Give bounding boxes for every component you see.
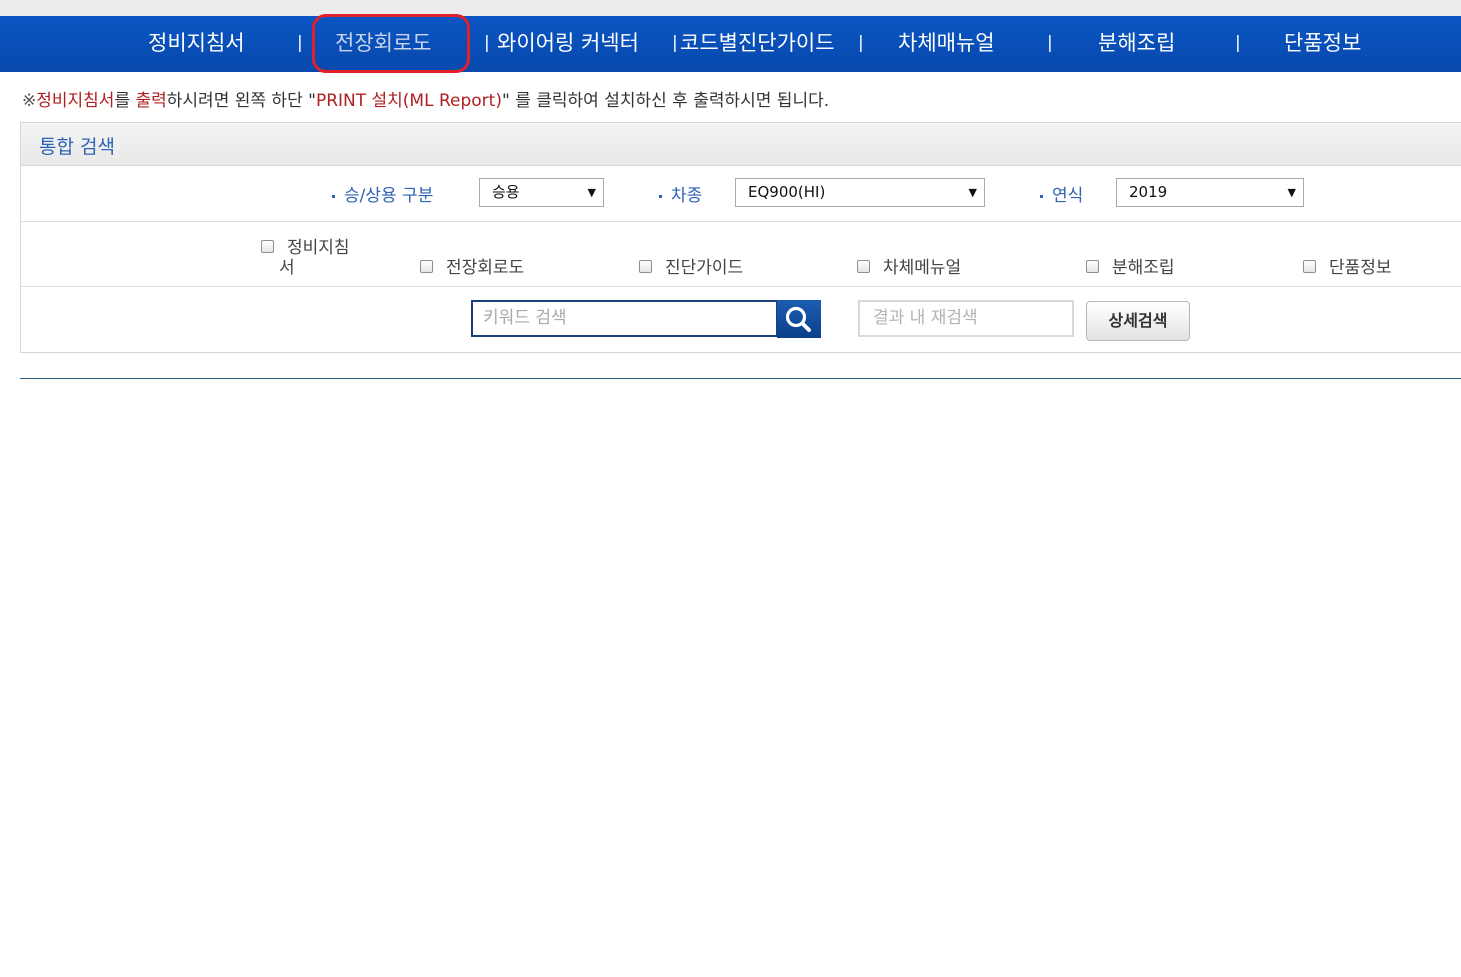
checkbox-box[interactable] [1086, 259, 1099, 273]
main-nav: 정비지침서 | 전장회로도 | 와이어링 커넥터 | 코드별진단가이드 | 차체… [0, 16, 1461, 72]
nav-separator: | [858, 33, 864, 53]
row-divider [21, 286, 1461, 287]
vehicle-type-label: 승/상용 구분 [332, 181, 433, 206]
nav-item-dtc-guide[interactable]: 코드별진단가이드 [680, 16, 835, 72]
nav-item-wiring-connector[interactable]: 와이어링 커넥터 [497, 16, 639, 72]
model-label: 차종 [659, 181, 702, 206]
vehicle-type-select[interactable]: 승용 ▼ [479, 178, 604, 207]
checkbox-service-manual[interactable]: 정비지침 [261, 233, 350, 258]
nav-item-component-info[interactable]: 단품정보 [1284, 16, 1361, 72]
year-label: 연식 [1040, 181, 1083, 206]
bullet-icon [1040, 194, 1043, 198]
checkbox-label-wrap: 서 [279, 258, 295, 278]
top-strip [0, 0, 1461, 16]
notice-mark: ※ [22, 91, 37, 111]
search-button[interactable] [777, 300, 821, 338]
nav-item-service-manual[interactable]: 정비지침서 [148, 16, 245, 72]
nav-separator: | [1047, 33, 1053, 53]
row-divider [21, 221, 1461, 222]
magnifier-icon [785, 306, 811, 332]
notice-text: 를 [114, 91, 136, 111]
detail-search-button[interactable]: 상세검색 [1086, 301, 1190, 341]
caret-down-icon: ▼ [968, 186, 977, 199]
model-value: EQ900(HI) [748, 183, 826, 201]
checkbox-body-manual[interactable]: 차체메뉴얼 [857, 253, 961, 278]
nav-separator: | [1235, 33, 1241, 53]
bullet-icon [332, 194, 335, 198]
refine-search-input[interactable]: 결과 내 재검색 [858, 300, 1074, 337]
year-value: 2019 [1129, 183, 1168, 201]
notice-text: " 를 클릭하여 설치하신 후 출력하시면 됩니다. [501, 91, 830, 111]
checkbox-disassembly[interactable]: 분해조립 [1086, 253, 1175, 278]
notice-text: 하시려면 왼쪽 하단 " [166, 91, 316, 111]
checkbox-diagnostic-guide[interactable]: 진단가이드 [639, 253, 743, 278]
checkbox-box[interactable] [420, 259, 433, 273]
keyword-search-input[interactable]: 키워드 검색 [471, 300, 778, 337]
notice-text: 정비지침서 [36, 91, 115, 111]
checkbox-component-info[interactable]: 단품정보 [1303, 253, 1392, 278]
nav-separator: | [672, 33, 678, 53]
checkbox-box[interactable] [857, 259, 870, 273]
bullet-icon [659, 194, 662, 198]
nav-item-body-manual[interactable]: 차체매뉴얼 [898, 16, 995, 72]
nav-item-disassembly[interactable]: 분해조립 [1098, 16, 1175, 72]
caret-down-icon: ▼ [1287, 186, 1296, 199]
vehicle-type-value: 승용 [492, 183, 520, 201]
checkbox-box[interactable] [261, 239, 274, 253]
model-select[interactable]: EQ900(HI) ▼ [735, 178, 985, 207]
checkbox-box[interactable] [1303, 259, 1316, 273]
content-divider [20, 378, 1461, 379]
nav-separator: | [297, 33, 303, 53]
panel-header: 통합 검색 [21, 123, 1461, 166]
panel-title: 통합 검색 [39, 136, 115, 158]
notice-print-link[interactable]: PRINT 설치(ML Report) [316, 91, 502, 111]
checkbox-wiring-diagram[interactable]: 전장회로도 [420, 253, 524, 278]
print-notice: ※정비지침서를 출력하시려면 왼쪽 하단 "PRINT 설치(ML Report… [22, 86, 829, 111]
year-select[interactable]: 2019 ▼ [1116, 178, 1304, 207]
highlight-annotation [312, 14, 470, 73]
nav-separator: | [484, 33, 490, 53]
integrated-search-panel: 통합 검색 승/상용 구분 승용 ▼ 차종 EQ900(HI) ▼ 연식 201… [20, 122, 1461, 353]
checkbox-box[interactable] [639, 259, 652, 273]
notice-text: 출력 [135, 91, 167, 111]
caret-down-icon: ▼ [587, 186, 596, 199]
